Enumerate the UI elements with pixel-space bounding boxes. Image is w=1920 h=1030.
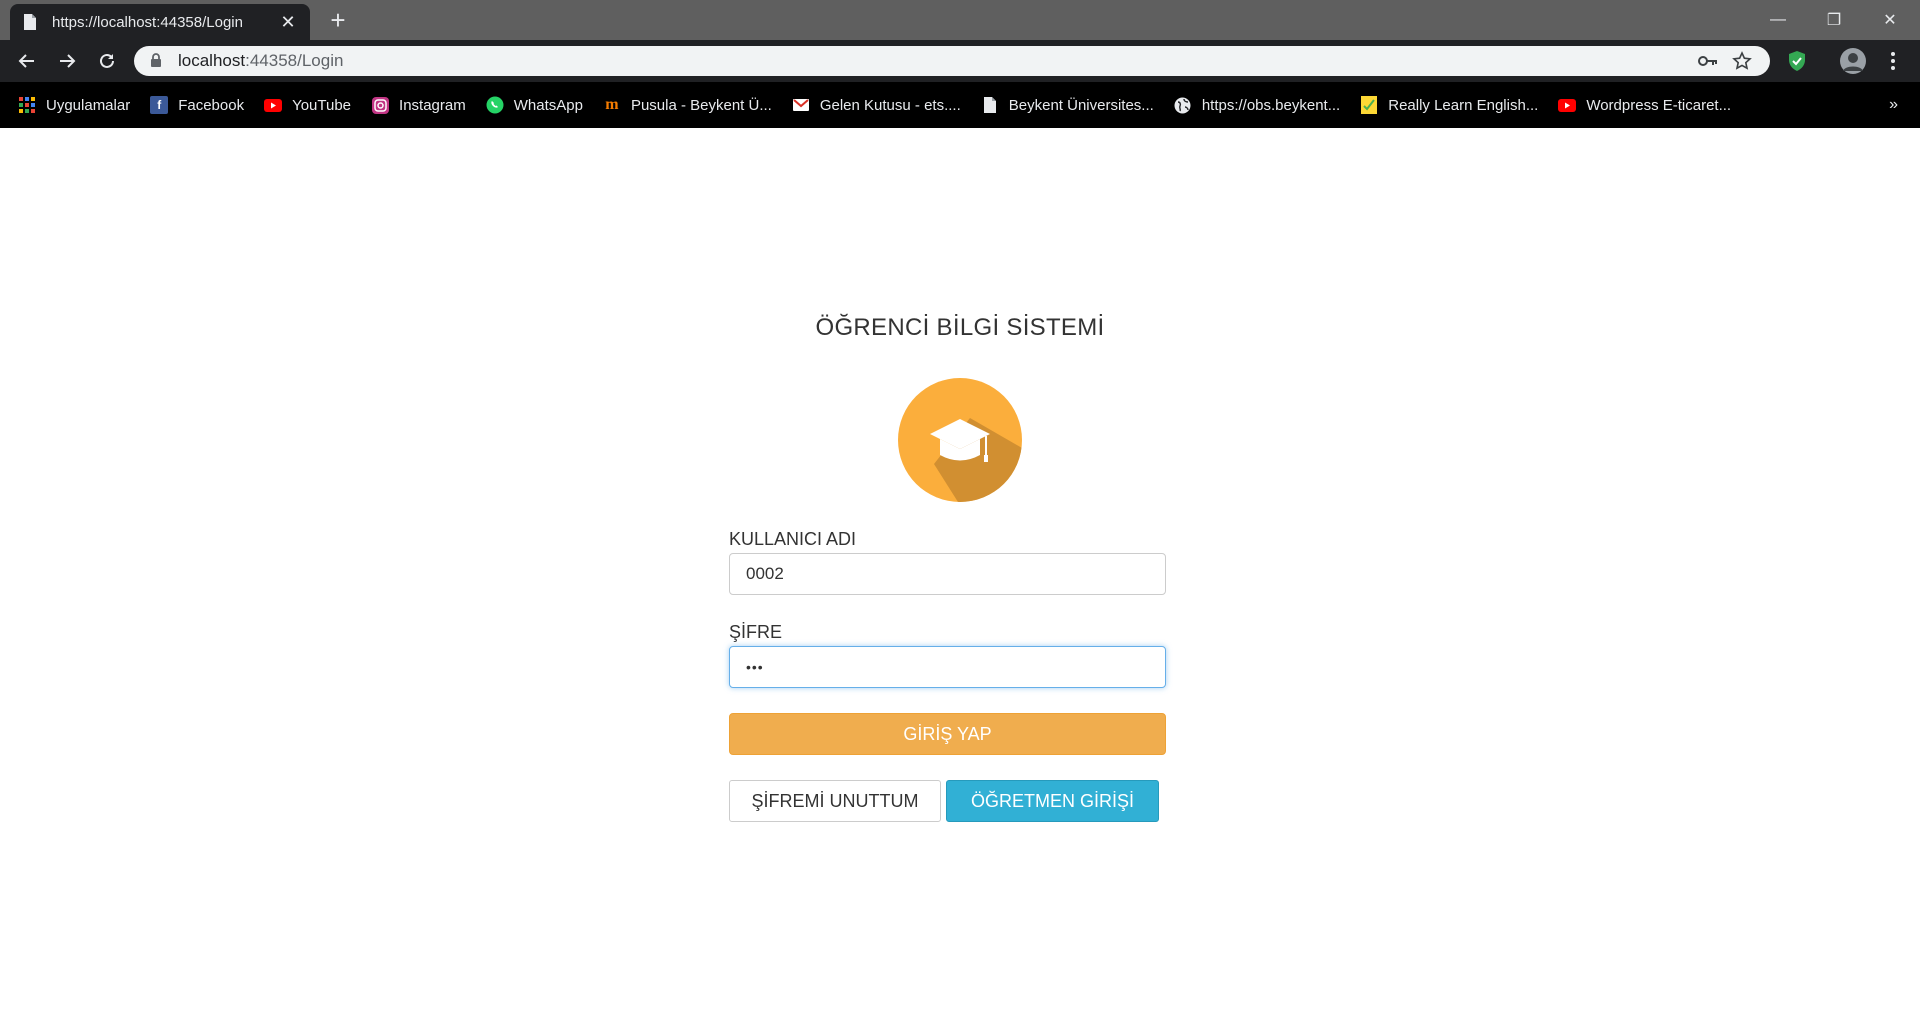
forward-arrow-icon[interactable] bbox=[51, 45, 83, 77]
login-button[interactable]: GİRİŞ YAP bbox=[729, 713, 1166, 755]
minimize-icon[interactable]: — bbox=[1750, 0, 1806, 40]
bookmark-label: Instagram bbox=[399, 96, 466, 114]
username-value: 0002 bbox=[746, 564, 784, 583]
bookmark-label: WhatsApp bbox=[513, 96, 583, 114]
bookmark-instagram[interactable]: Instagram bbox=[371, 96, 466, 114]
address-host: localhost bbox=[178, 51, 246, 70]
bookmark-label: Facebook bbox=[178, 96, 245, 114]
bookmark-gmail[interactable]: Gelen Kutusu - ets.... bbox=[792, 96, 961, 114]
bookmark-label: https://obs.beykent... bbox=[1201, 96, 1341, 114]
page-title: ÖĞRENCİ BİLGİ SİSTEMİ bbox=[815, 314, 1105, 341]
youtube-icon bbox=[264, 96, 283, 114]
bookmark-facebook[interactable]: f Facebook bbox=[150, 96, 244, 114]
login-page: ÖĞRENCİ BİLGİ SİSTEMİ KULLANICI ADI 0002… bbox=[0, 128, 1920, 1030]
lock-icon[interactable] bbox=[150, 53, 164, 69]
gmail-icon bbox=[792, 96, 810, 114]
shield-extension-icon[interactable] bbox=[1782, 46, 1812, 76]
bookmarks-overflow-button[interactable]: » bbox=[1889, 82, 1898, 128]
bookmark-youtube[interactable]: YouTube bbox=[264, 96, 351, 114]
facebook-icon: f bbox=[150, 96, 169, 114]
bookmark-whatsapp[interactable]: WhatsApp bbox=[486, 96, 583, 114]
graduation-cap-icon bbox=[898, 378, 1022, 502]
close-tab-icon[interactable]: ✕ bbox=[278, 12, 298, 32]
address-path: :44358/Login bbox=[245, 51, 344, 70]
bookmark-label: YouTube bbox=[292, 96, 352, 114]
globe-icon bbox=[1174, 96, 1192, 114]
bookmark-label: Gelen Kutusu - ets.... bbox=[819, 96, 961, 114]
pusula-icon: m bbox=[605, 96, 619, 113]
username-input[interactable]: 0002 bbox=[729, 553, 1166, 595]
password-value: ••• bbox=[746, 659, 764, 675]
apps-grid-icon bbox=[18, 96, 36, 114]
close-window-icon[interactable]: ✕ bbox=[1862, 0, 1918, 40]
bookmarks-bar: Uygulamalar f Facebook YouTube Instagram… bbox=[0, 82, 1920, 128]
new-tab-button[interactable]: + bbox=[326, 7, 350, 33]
bookmark-label: Beykent Üniversites... bbox=[1008, 96, 1154, 114]
restore-icon[interactable]: ❐ bbox=[1806, 0, 1862, 40]
browser-tab-strip: https://localhost:44358/Login ✕ + — ❐ ✕ bbox=[0, 0, 1920, 40]
menu-kebab-icon[interactable] bbox=[1878, 46, 1908, 76]
instagram-icon bbox=[371, 96, 389, 114]
browser-toolbar: localhost:44358/Login bbox=[0, 40, 1920, 82]
tab-title: https://localhost:44358/Login bbox=[52, 13, 243, 31]
back-arrow-icon[interactable] bbox=[11, 45, 43, 77]
username-label: KULLANICI ADI bbox=[729, 529, 857, 549]
bookmark-pusula[interactable]: m Pusula - Beykent Ü... bbox=[603, 96, 772, 114]
note-icon bbox=[1360, 96, 1378, 114]
bookmark-learn-english[interactable]: Really Learn English... bbox=[1360, 96, 1538, 114]
bookmark-beykent[interactable]: Beykent Üniversites... bbox=[981, 96, 1154, 114]
bookmark-obs[interactable]: https://obs.beykent... bbox=[1174, 96, 1340, 114]
password-label: ŞİFRE bbox=[729, 622, 783, 642]
bookmark-label: Uygulamalar bbox=[46, 96, 131, 114]
whatsapp-icon bbox=[486, 96, 504, 114]
address-bar[interactable]: localhost:44358/Login bbox=[134, 46, 1770, 76]
bookmark-label: Wordpress E-ticaret... bbox=[1586, 96, 1732, 114]
forgot-password-button[interactable]: ŞİFREMİ UNUTTUM bbox=[729, 780, 941, 822]
avatar[interactable] bbox=[1838, 46, 1868, 76]
bookmark-wordpress[interactable]: Wordpress E-ticaret... bbox=[1558, 96, 1731, 114]
page-icon bbox=[22, 13, 38, 31]
reload-icon[interactable] bbox=[91, 45, 123, 77]
bookmark-label: Really Learn English... bbox=[1388, 96, 1539, 114]
star-icon[interactable] bbox=[1728, 46, 1756, 76]
key-icon[interactable] bbox=[1694, 46, 1722, 76]
youtube-icon bbox=[1558, 96, 1577, 114]
bookmark-apps[interactable]: Uygulamalar bbox=[18, 96, 130, 114]
teacher-login-button[interactable]: ÖĞRETMEN GİRİŞİ bbox=[946, 780, 1159, 822]
bookmark-label: Pusula - Beykent Ü... bbox=[630, 96, 772, 114]
password-input[interactable]: ••• bbox=[729, 646, 1166, 688]
browser-tab[interactable]: https://localhost:44358/Login ✕ bbox=[10, 4, 310, 40]
page-icon bbox=[981, 96, 999, 114]
